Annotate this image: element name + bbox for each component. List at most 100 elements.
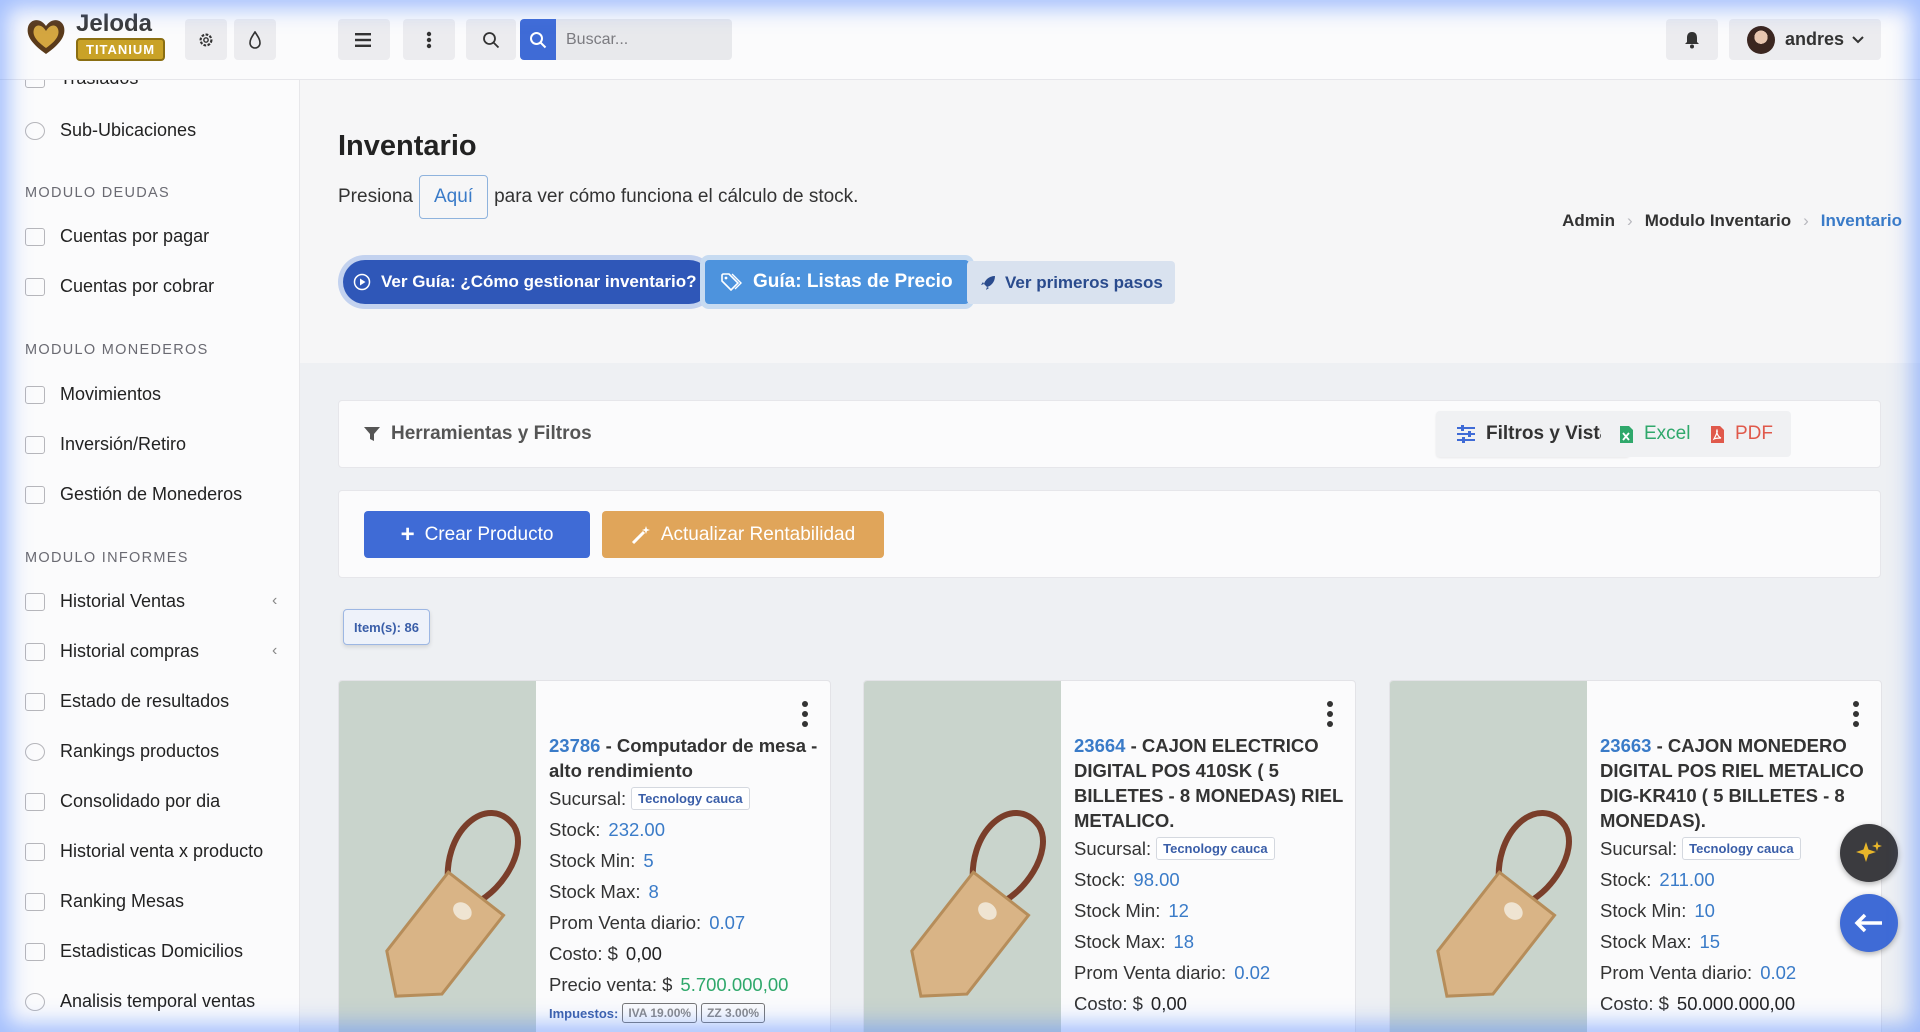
chevron-left-icon[interactable]: ‹ — [272, 642, 277, 660]
product-code[interactable]: 23786 — [549, 735, 600, 756]
guide-inventory-button[interactable]: Ver Guía: ¿Cómo gestionar inventario? — [343, 260, 711, 304]
pdf-export-button[interactable]: PDF — [1692, 411, 1791, 457]
product-code[interactable]: 23663 — [1600, 735, 1651, 756]
sidebar-item-traslados[interactable]: Traslados — [25, 80, 138, 89]
menu-toggle-button[interactable] — [338, 19, 390, 60]
sidebar-item-cuentas-cobrar[interactable]: Cuentas por cobrar — [25, 276, 214, 297]
sucursal-badge: Tecnology cauca — [631, 787, 750, 810]
section-title-deudas: MODULO DEUDAS — [25, 185, 170, 201]
costo-label: Costo: $ — [1600, 992, 1669, 1014]
precio-value: 5.700.000,00 — [680, 973, 789, 995]
chevron-left-icon[interactable]: ‹ — [272, 592, 277, 610]
precio-row: Precio venta: $ 5.700.000,00 — [549, 969, 824, 1000]
product-card[interactable]: 23663 - CAJON MONEDERO DIGITAL POS RIEL … — [1389, 680, 1882, 1032]
create-product-label: Crear Producto — [424, 523, 554, 545]
sidebar-item-estadisticas-domicilios[interactable]: Estadisticas Domicilios — [25, 941, 243, 962]
stock-max-label: Stock Max: — [549, 880, 641, 902]
sidebar-item-label: Ranking Mesas — [60, 891, 185, 911]
prom-row: Prom Venta diario: 0.02 — [1600, 957, 1875, 988]
product-code[interactable]: 23664 — [1074, 735, 1125, 756]
search-toggle-button[interactable] — [466, 19, 516, 60]
guide-price-lists-button[interactable]: Guía: Listas de Precio — [705, 260, 969, 304]
prom-row: Prom Venta diario: 0.07 — [549, 907, 824, 938]
sidebar-item-estado-resultados[interactable]: Estado de resultados — [25, 691, 229, 712]
sucursal-label: Sucursal: — [549, 787, 627, 809]
notifications-button[interactable] — [1666, 19, 1718, 60]
section-title-informes: MODULO INFORMES — [25, 550, 189, 566]
sidebar-item-analisis-temporal[interactable]: Analisis temporal ventas — [25, 991, 255, 1012]
sidebar-item-label: Analisis temporal ventas — [60, 991, 256, 1011]
first-steps-label: Ver primeros pasos — [1005, 272, 1163, 292]
sidebar-item-label: Estado de resultados — [60, 691, 230, 711]
stock-max-label: Stock Max: — [1600, 930, 1692, 952]
price-tag-icon — [1436, 810, 1572, 998]
sucursal-label: Sucursal: — [1600, 837, 1678, 859]
bell-icon — [1685, 31, 1699, 48]
chart-line-icon — [25, 692, 45, 711]
first-steps-button[interactable]: Ver primeros pasos — [967, 261, 1175, 304]
sidebar-item-label: Gestión de Monederos — [60, 484, 243, 504]
wallet-icon — [25, 485, 45, 504]
stock-label: Stock: — [1074, 868, 1126, 890]
stock-max-value: 15 — [1699, 930, 1721, 952]
sidebar-item-label: Cuentas por cobrar — [60, 276, 215, 296]
file-pdf-icon — [1711, 425, 1724, 443]
stock-value: 232.00 — [608, 818, 666, 840]
sucursal-row: Sucursal: Tecnology cauca — [549, 783, 824, 814]
ai-assistant-button[interactable] — [1840, 824, 1898, 882]
sidebar-item-label: Inversión/Retiro — [60, 434, 187, 454]
sidebar-item-rankings-productos[interactable]: Rankings productos — [25, 741, 219, 762]
user-name: andres — [1785, 29, 1845, 49]
search-submit-button[interactable] — [520, 19, 556, 60]
sparkles-icon — [1856, 841, 1882, 862]
breadcrumb-admin[interactable]: Admin — [1562, 211, 1615, 231]
user-menu[interactable]: andres — [1729, 19, 1881, 60]
sidebar-item-historial-compras[interactable]: Historial compras — [25, 641, 199, 662]
hamburger-icon — [355, 32, 371, 47]
gear-icon — [199, 33, 213, 46]
breadcrumb-modulo-inventario[interactable]: Modulo Inventario — [1645, 211, 1791, 231]
sidebar-item-consolidado-dia[interactable]: Consolidado por dia — [25, 791, 220, 812]
droplet-icon — [249, 30, 261, 49]
sidebar-item-movimientos[interactable]: Movimientos — [25, 384, 161, 405]
brand[interactable]: Jeloda TITANIUM — [24, 10, 166, 61]
sidebar-item-inversion-retiro[interactable]: Inversión/Retiro — [25, 434, 186, 455]
stock-min-label: Stock Min: — [1600, 899, 1687, 921]
breadcrumb: Admin › Modulo Inventario › Inventario — [1562, 211, 1902, 231]
theme-button[interactable] — [234, 19, 276, 60]
stock-label: Stock: — [549, 818, 601, 840]
tools-title[interactable]: Herramientas y Filtros — [363, 423, 592, 445]
product-image — [1390, 681, 1587, 1032]
search-input[interactable] — [556, 19, 732, 60]
product-title: 23786 - Computador de mesa - alto rendim… — [549, 733, 824, 783]
product-details: 23664 - CAJON ELECTRICO DIGITAL POS 410S… — [1074, 681, 1349, 1019]
stock-value: 98.00 — [1133, 868, 1180, 890]
sidebar-item-ranking-mesas[interactable]: Ranking Mesas — [25, 891, 184, 912]
stock-help-link[interactable]: Aquí — [419, 175, 489, 219]
create-product-button[interactable]: + Crear Producto — [364, 511, 590, 558]
tools-panel: Herramientas y Filtros Filtros y Vista E… — [338, 400, 1881, 468]
settings-button[interactable] — [185, 19, 227, 60]
more-options-button[interactable] — [403, 19, 455, 60]
back-button[interactable] — [1840, 894, 1898, 952]
sidebar-item-sub-ubicaciones[interactable]: Sub-Ubicaciones — [25, 120, 196, 141]
breadcrumb-inventario: Inventario — [1820, 211, 1902, 230]
kebab-icon — [426, 31, 432, 48]
clock-icon — [25, 992, 45, 1011]
stock-min-row: Stock Min: 12 — [1074, 895, 1349, 926]
costo-label: Costo: $ — [549, 942, 618, 964]
update-profitability-button[interactable]: Actualizar Rentabilidad — [602, 511, 884, 558]
costo-label: Costo: $ — [1074, 992, 1143, 1014]
sidebar-item-historial-venta-producto[interactable]: Historial venta x producto — [25, 841, 263, 862]
stock-min-label: Stock Min: — [549, 849, 636, 871]
sidebar-item-historial-ventas[interactable]: Historial Ventas — [25, 591, 185, 612]
safe-icon — [25, 435, 45, 454]
sucursal-label: Sucursal: — [1074, 837, 1152, 859]
product-card[interactable]: 23664 - CAJON ELECTRICO DIGITAL POS 410S… — [863, 680, 1356, 1032]
sidebar-item-cuentas-pagar[interactable]: Cuentas por pagar — [25, 226, 209, 247]
product-card[interactable]: 23786 - Computador de mesa - alto rendim… — [338, 680, 831, 1032]
cash-register-icon — [25, 277, 45, 296]
product-image — [339, 681, 536, 1032]
stock-row: Stock: 98.00 — [1074, 864, 1349, 895]
sidebar-item-gestion-monederos[interactable]: Gestión de Monederos — [25, 484, 242, 505]
